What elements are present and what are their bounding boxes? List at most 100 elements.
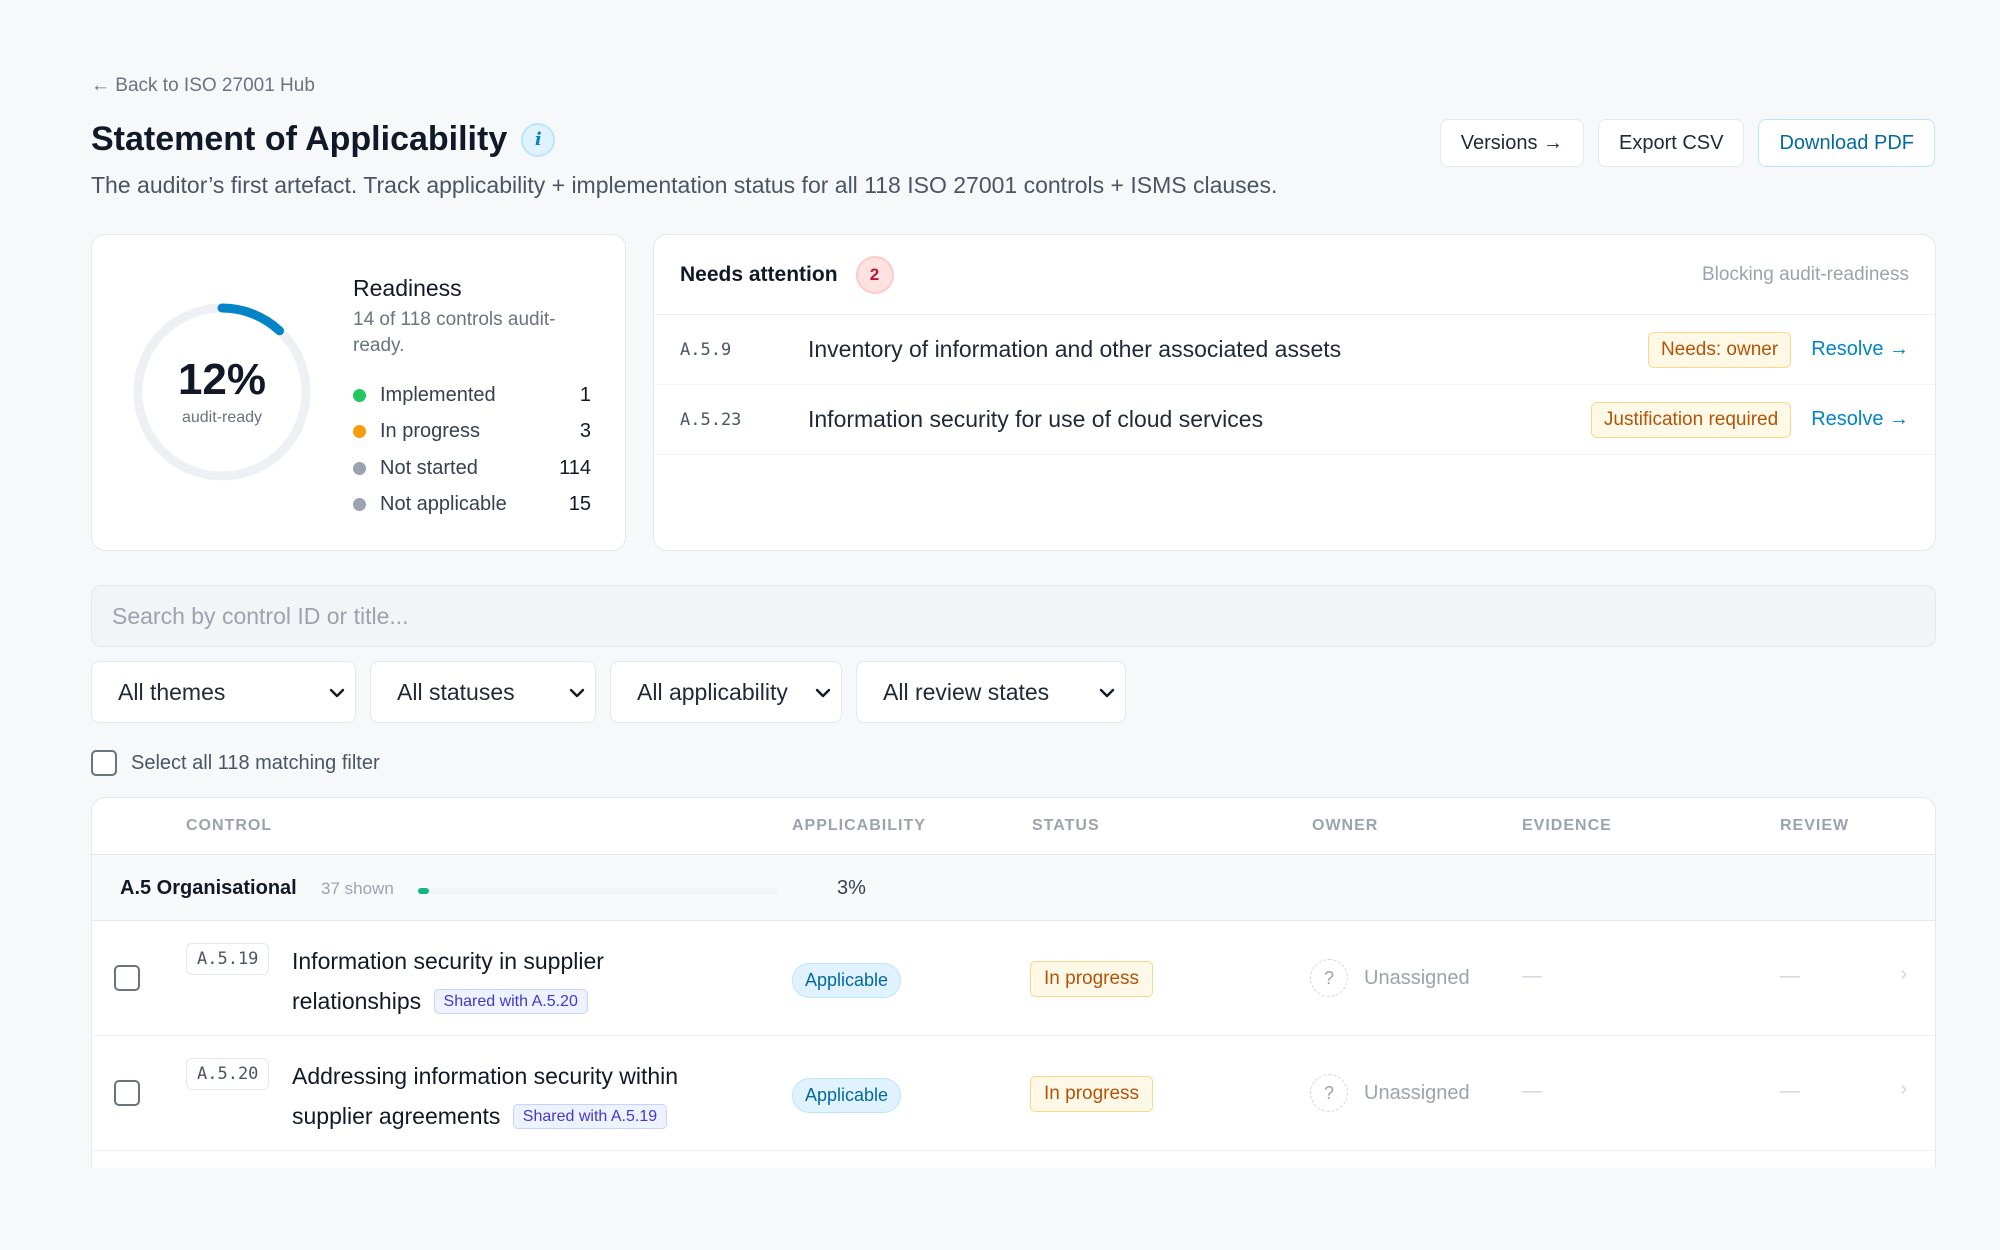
legend-label: Not started: [380, 456, 478, 479]
attention-item: A.5.9 Inventory of information and other…: [654, 315, 1935, 385]
unassigned-avatar-icon: ?: [1310, 1074, 1348, 1112]
readiness-legend: Implemented 1 In progress 3 Not started …: [353, 377, 591, 523]
legend-count: 1: [579, 383, 591, 406]
resolve-link[interactable]: Resolve →: [1811, 408, 1909, 431]
chevron-right-icon[interactable]: ›: [1900, 1078, 1907, 1101]
owner-cell[interactable]: ? Unassigned: [1310, 1074, 1470, 1112]
info-icon[interactable]: i: [521, 122, 556, 157]
legend-count: 15: [568, 493, 591, 516]
owner-cell[interactable]: ? Unassigned: [1310, 959, 1470, 997]
control-title: Addressing information security within s…: [292, 1056, 712, 1137]
control-id: A.5.20: [186, 1058, 270, 1090]
status-dot-icon: [353, 461, 366, 475]
status-pill[interactable]: In progress: [1030, 1076, 1154, 1112]
review-filter-select[interactable]: All review states: [856, 661, 1126, 723]
applicability-pill[interactable]: Applicable: [792, 1078, 902, 1113]
attention-count-badge: 2: [855, 255, 894, 294]
readiness-caption: audit-ready: [181, 409, 263, 426]
control-id: A.5.19: [186, 943, 270, 975]
evidence-value: —: [1522, 965, 1542, 987]
readiness-card: 12% audit-ready Readiness 14 of 118 cont…: [91, 234, 626, 551]
applicability-pill[interactable]: Applicable: [792, 963, 902, 998]
themes-filter-select[interactable]: All themes: [91, 661, 356, 723]
status-pill[interactable]: In progress: [1030, 961, 1154, 997]
group-name: A.5 Organisational: [120, 877, 297, 899]
column-header-evidence[interactable]: EVIDENCE: [1522, 798, 1612, 854]
group-count: 37 shown: [321, 879, 394, 898]
review-filter-value: All review states: [883, 678, 1050, 705]
attention-control-title: Inventory of information and other assoc…: [808, 336, 1342, 362]
legend-item-not-applicable: Not applicable 15: [353, 487, 591, 524]
needs-attention-card: Needs attention 2 Blocking audit-readine…: [653, 234, 1936, 551]
applicability-filter-value: All applicability: [637, 678, 788, 705]
applicability-filter-select[interactable]: All applicability: [610, 661, 842, 723]
column-header-review[interactable]: REVIEW: [1780, 798, 1849, 854]
evidence-value: —: [1522, 1080, 1542, 1102]
column-header-control[interactable]: CONTROL: [186, 798, 272, 854]
owner-name: Unassigned: [1364, 1081, 1470, 1104]
back-link[interactable]: ← Back to ISO 27001 Hub: [91, 75, 315, 97]
column-header-owner[interactable]: OWNER: [1312, 798, 1378, 854]
download-pdf-button[interactable]: Download PDF: [1758, 119, 1935, 167]
review-value: —: [1780, 1080, 1800, 1102]
needs-attention-title: Needs attention: [680, 262, 838, 286]
page-title-text: Statement of Applicability: [91, 120, 508, 158]
review-value: —: [1780, 965, 1800, 987]
control-group-row[interactable]: A.5 Organisational 37 shown 3%: [92, 855, 1935, 921]
legend-item-implemented: Implemented 1: [353, 377, 591, 414]
column-header-applicability[interactable]: APPLICABILITY: [792, 798, 926, 854]
control-title: Information security in supplier relatio…: [292, 941, 712, 1022]
row-checkbox[interactable]: [114, 965, 140, 991]
filter-bar: All themes All statuses All applicabilit…: [91, 661, 1126, 723]
column-header-status[interactable]: STATUS: [1032, 798, 1100, 854]
readiness-title: Readiness: [353, 275, 462, 301]
resolve-link[interactable]: Resolve →: [1811, 338, 1909, 361]
statuses-filter-select[interactable]: All statuses: [370, 661, 596, 723]
status-dot-icon: [353, 498, 366, 512]
select-all-control[interactable]: Select all 118 matching filter: [91, 750, 380, 776]
chevron-right-icon[interactable]: ›: [1900, 963, 1907, 986]
legend-label: Implemented: [380, 383, 496, 406]
readiness-percent: 12%: [177, 355, 267, 404]
page-subtitle: The auditor’s first artefact. Track appl…: [91, 172, 1278, 198]
owner-name: Unassigned: [1364, 966, 1470, 989]
table-row[interactable]: A.5.19 Information security in supplier …: [92, 921, 1935, 1036]
export-csv-button[interactable]: Export CSV: [1598, 119, 1745, 167]
select-all-label: Select all 118 matching filter: [131, 751, 380, 774]
legend-item-in-progress: In progress 3: [353, 414, 591, 451]
shared-with-tag: Shared with A.5.20: [433, 989, 588, 1014]
row-checkbox[interactable]: [114, 1080, 140, 1106]
versions-button[interactable]: Versions →: [1439, 119, 1584, 167]
chevron-down-icon: [569, 682, 585, 703]
needs-attention-header: Needs attention 2 Blocking audit-readine…: [654, 235, 1935, 315]
legend-count: 114: [559, 456, 591, 479]
readiness-summary: 14 of 118 controls audit-ready.: [353, 309, 556, 356]
attention-control-id: A.5.23: [680, 409, 742, 430]
attention-meta: Blocking audit-readiness: [1701, 263, 1909, 285]
controls-table: CONTROL APPLICABILITY STATUS OWNER EVIDE…: [91, 797, 1936, 1167]
page-title: Statement of Applicability i: [91, 120, 556, 159]
unassigned-avatar-icon: ?: [1310, 959, 1348, 997]
select-all-checkbox[interactable]: [91, 750, 117, 776]
statuses-filter-value: All statuses: [397, 678, 515, 705]
attention-issue-tag: Justification required: [1590, 401, 1792, 438]
legend-label: In progress: [380, 420, 481, 443]
shared-with-tag: Shared with A.5.19: [512, 1104, 668, 1129]
attention-control-title: Information security for use of cloud se…: [808, 406, 1264, 432]
legend-count: 3: [579, 420, 591, 443]
attention-issue-tag: Needs: owner: [1647, 331, 1792, 368]
search-input[interactable]: [91, 585, 1936, 647]
table-row[interactable]: A.5.20 Addressing information security w…: [92, 1036, 1935, 1151]
attention-item: A.5.23 Information security for use of c…: [654, 385, 1935, 455]
themes-filter-value: All themes: [118, 678, 226, 705]
group-progress-label: 3%: [837, 877, 866, 899]
header-actions: Versions → Export CSV Download PDF: [1439, 119, 1935, 167]
status-dot-icon: [353, 425, 366, 439]
group-progress-fill: [418, 888, 429, 894]
legend-label: Not applicable: [380, 493, 507, 516]
group-progress-bar: [418, 888, 778, 894]
attention-control-id: A.5.9: [680, 339, 732, 360]
chevron-down-icon: [815, 682, 831, 703]
status-dot-icon: [353, 388, 366, 402]
chevron-down-icon: [1099, 682, 1115, 703]
